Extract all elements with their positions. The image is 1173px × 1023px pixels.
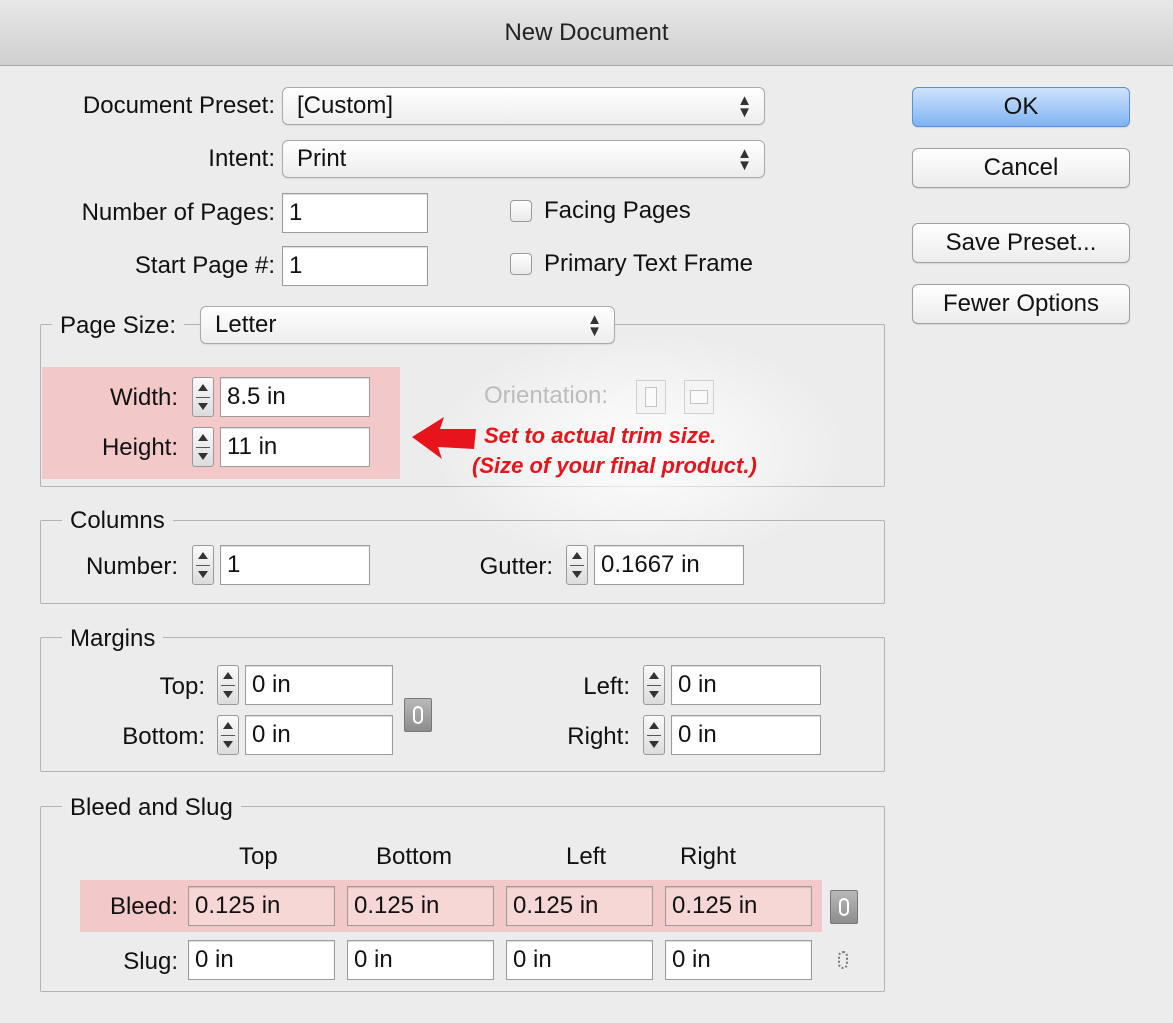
start-page-input[interactable]: 1 (282, 246, 428, 286)
bleed-header-left: Left (566, 843, 607, 870)
gutter-label: Gutter: (479, 553, 553, 580)
bleed-right-input[interactable]: 0.125 in (665, 886, 812, 926)
bleed-bottom-input[interactable]: 0.125 in (347, 886, 494, 926)
page-size-label: Page Size: (52, 312, 185, 340)
columns-number-input[interactable]: 1 (220, 545, 370, 585)
margin-top-label: Top: (159, 673, 205, 700)
orientation-label: Orientation: (484, 382, 609, 409)
margins-link-icon[interactable] (404, 698, 432, 732)
height-label: Height: (101, 434, 178, 461)
callout-line-1: Set to actual trim size. (484, 423, 717, 448)
slug-left-input[interactable]: 0 in (506, 940, 653, 980)
bleed-header-bottom: Bottom (376, 843, 453, 870)
document-preset-value: [Custom] (297, 92, 394, 119)
margin-left-input[interactable]: 0 in (671, 665, 821, 705)
width-stepper[interactable] (192, 377, 214, 417)
portrait-orientation-icon[interactable] (636, 380, 666, 414)
save-preset-button[interactable]: Save Preset... (912, 223, 1130, 263)
callout-arrow-icon (412, 417, 476, 459)
margin-left-label: Left: (583, 673, 630, 700)
select-arrows-icon: ▲ ▼ (737, 145, 752, 174)
width-input[interactable]: 8.5 in (220, 377, 370, 417)
document-preset-select[interactable]: [Custom] ▲ ▼ (282, 87, 765, 125)
bleed-slug-title: Bleed and Slug (62, 794, 241, 822)
margin-right-stepper[interactable] (643, 715, 665, 755)
bleed-header-top: Top (239, 843, 278, 870)
primary-text-frame-label: Primary Text Frame (544, 250, 753, 277)
page-size-select[interactable]: Letter ▲ ▼ (200, 306, 615, 344)
margin-top-stepper[interactable] (217, 665, 239, 705)
margin-bottom-stepper[interactable] (217, 715, 239, 755)
margin-bottom-input[interactable]: 0 in (245, 715, 393, 755)
slug-bottom-input[interactable]: 0 in (347, 940, 494, 980)
cancel-button[interactable]: Cancel (912, 148, 1130, 188)
facing-pages-label: Facing Pages (544, 197, 691, 224)
select-arrows-icon: ▲ ▼ (737, 92, 752, 121)
number-of-pages-label: Number of Pages: (81, 199, 275, 226)
bleed-link-icon[interactable] (830, 890, 858, 924)
intent-label: Intent: (208, 145, 275, 172)
intent-value: Print (297, 145, 347, 172)
bleed-header-right: Right (680, 843, 737, 870)
margin-top-input[interactable]: 0 in (245, 665, 393, 705)
margin-right-input[interactable]: 0 in (671, 715, 821, 755)
primary-text-frame-checkbox[interactable] (510, 253, 532, 275)
intent-select[interactable]: Print ▲ ▼ (282, 140, 765, 178)
gutter-stepper[interactable] (566, 545, 588, 585)
bleed-left-input[interactable]: 0.125 in (506, 886, 653, 926)
ok-button[interactable]: OK (912, 87, 1130, 127)
margin-left-stepper[interactable] (643, 665, 665, 705)
bleed-label: Bleed: (109, 893, 178, 920)
height-input[interactable]: 11 in (220, 427, 370, 467)
gutter-input[interactable]: 0.1667 in (594, 545, 744, 585)
columns-number-label: Number: (85, 553, 178, 580)
width-label: Width: (109, 384, 178, 411)
slug-right-input[interactable]: 0 in (665, 940, 812, 980)
start-page-label: Start Page #: (134, 252, 275, 279)
fewer-options-button[interactable]: Fewer Options (912, 284, 1130, 324)
columns-title: Columns (62, 507, 173, 535)
slug-label: Slug: (123, 948, 178, 975)
slug-top-input[interactable]: 0 in (188, 940, 335, 980)
number-of-pages-input[interactable]: 1 (282, 193, 428, 233)
facing-pages-checkbox[interactable] (510, 200, 532, 222)
columns-number-stepper[interactable] (192, 545, 214, 585)
margins-title: Margins (62, 625, 164, 653)
landscape-orientation-icon[interactable] (684, 380, 714, 414)
slug-link-icon[interactable] (830, 944, 858, 978)
callout-line-2: (Size of your final product.) (472, 453, 757, 478)
page-size-value: Letter (215, 311, 277, 338)
bleed-top-input[interactable]: 0.125 in (188, 886, 335, 926)
margin-right-label: Right: (567, 723, 630, 750)
margin-bottom-label: Bottom: (122, 723, 205, 750)
window-title: New Document (0, 0, 1173, 66)
document-preset-label: Document Preset: (82, 92, 275, 119)
height-stepper[interactable] (192, 427, 214, 467)
select-arrows-icon: ▲ ▼ (587, 311, 602, 340)
